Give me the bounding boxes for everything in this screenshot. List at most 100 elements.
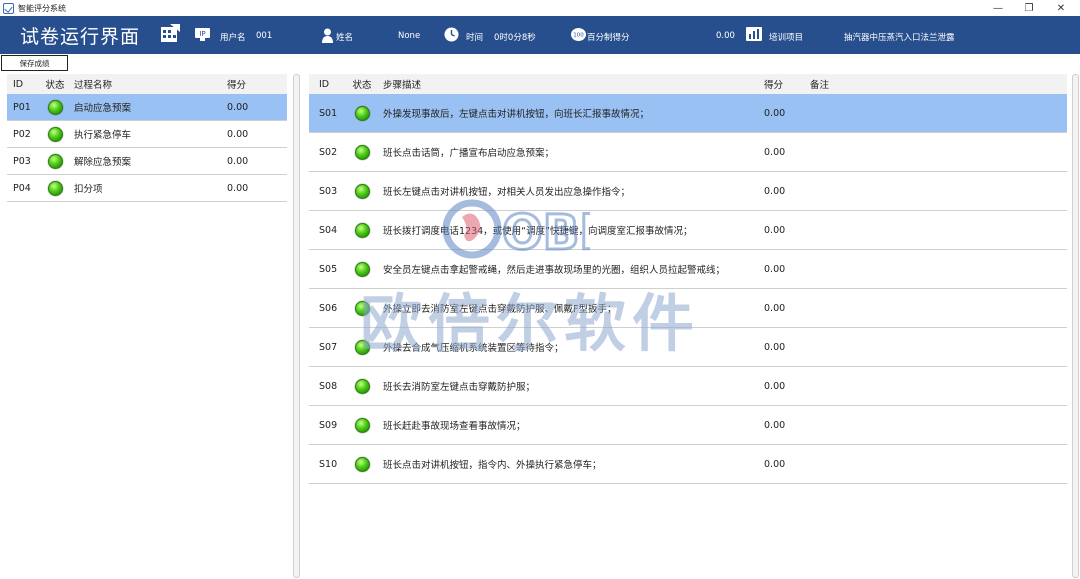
step-desc: 班长拨打调度电话1234，或使用“调度”快捷键，向调度室汇报事故情况； <box>383 226 693 237</box>
process-row[interactable]: P03 解除应急预案 0.00 <box>7 148 287 175</box>
step-row[interactable]: S07 外操去合成气压缩机系统装置区等待指令； 0.00 <box>309 328 1067 367</box>
step-row[interactable]: S02 班长点击话筒，广播宣布启动应急预案； 0.00 <box>309 133 1067 172</box>
step-desc: 班长点击话筒，广播宣布启动应急预案； <box>383 148 555 159</box>
step-table-header: ID 状态 步骤描述 得分 备注 <box>309 74 1067 94</box>
process-id: P04 <box>13 182 31 194</box>
ip-badge-text: IP <box>199 30 205 38</box>
percent-score-label: 百分制得分 <box>587 33 630 43</box>
step-desc: 班长去消防室左键点击穿戴防护服； <box>383 382 536 393</box>
step-table: ID 状态 步骤描述 得分 备注 S01 外操发现事故后，左键点击对讲机按钮，向… <box>309 74 1067 484</box>
step-id: S06 <box>319 302 338 314</box>
status-indicator-icon <box>354 456 370 472</box>
step-score: 0.00 <box>764 419 786 431</box>
status-indicator-icon <box>47 126 63 142</box>
grid-icon <box>161 24 180 42</box>
process-row[interactable]: P01 启动应急预案 0.00 <box>7 94 287 121</box>
step-score: 0.00 <box>764 224 786 236</box>
step-id: S01 <box>319 107 338 119</box>
status-indicator-icon <box>47 180 63 196</box>
time-label: 时间 <box>466 33 484 43</box>
process-id: P01 <box>13 101 31 113</box>
status-indicator-icon <box>354 222 370 238</box>
process-table-header: ID 状态 过程名称 得分 <box>7 74 287 94</box>
process-table: ID 状态 过程名称 得分 P01 启动应急预案 0.00 P02 执行紧急停车… <box>7 74 287 202</box>
step-desc: 班长点击对讲机按钮，指令内、外操执行紧急停车； <box>383 460 602 471</box>
step-row[interactable]: S09 班长赶赴事故现场查看事故情况； 0.00 <box>309 406 1067 445</box>
chart-icon <box>746 27 762 41</box>
step-score: 0.00 <box>764 146 786 158</box>
step-row[interactable]: S01 外操发现事故后，左键点击对讲机按钮，向班长汇报事故情况； 0.00 <box>309 94 1067 133</box>
step-id: S03 <box>319 185 338 197</box>
status-indicator-icon <box>47 99 63 115</box>
process-row[interactable]: P04 扣分项 0.00 <box>7 175 287 202</box>
process-score: 0.00 <box>227 128 249 140</box>
col-status: 状态 <box>45 80 65 91</box>
step-id: S05 <box>319 263 338 275</box>
percent-score-value: 0.00 <box>716 31 735 41</box>
step-score: 0.00 <box>764 302 786 314</box>
step-table-scrollbar[interactable] <box>1072 74 1079 578</box>
process-score: 0.00 <box>227 155 249 167</box>
step-row[interactable]: S06 外操立即去消防室左键点击穿戴防护服、佩戴F型扳手； 0.00 <box>309 289 1067 328</box>
page-title: 试卷运行界面 <box>20 26 141 48</box>
status-indicator-icon <box>354 261 370 277</box>
col-id: ID <box>319 78 330 90</box>
step-id: S04 <box>319 224 338 236</box>
status-indicator-icon <box>354 339 370 355</box>
minimize-button[interactable]: — <box>983 0 1013 16</box>
step-desc: 外操去合成气压缩机系统装置区等待指令； <box>383 343 564 354</box>
restore-button[interactable]: ❐ <box>1014 0 1044 16</box>
score-badge-text: 100 <box>573 33 584 39</box>
step-score: 0.00 <box>764 185 786 197</box>
step-row[interactable]: S05 安全员左键点击拿起警戒绳，然后走进事故现场里的光圈，组织人员拉起警戒线；… <box>309 250 1067 289</box>
time-value: 0时0分8秒 <box>494 33 536 43</box>
step-row[interactable]: S04 班长拨打调度电话1234，或使用“调度”快捷键，向调度室汇报事故情况； … <box>309 211 1067 250</box>
close-button[interactable]: ✕ <box>1046 0 1076 16</box>
clock-icon <box>444 27 459 42</box>
ip-icon: IP <box>195 28 210 41</box>
step-score: 0.00 <box>764 341 786 353</box>
status-indicator-icon <box>354 378 370 394</box>
step-row[interactable]: S03 班长左键点击对讲机按钮，对相关人员发出应急操作指令； 0.00 <box>309 172 1067 211</box>
step-score: 0.00 <box>764 458 786 470</box>
step-id: S09 <box>319 419 338 431</box>
col-status: 状态 <box>352 80 372 91</box>
username-value: 001 <box>256 31 273 41</box>
col-note: 备注 <box>810 80 830 91</box>
app-icon <box>3 2 14 14</box>
step-id: S10 <box>319 458 338 470</box>
step-row[interactable]: S08 班长去消防室左键点击穿戴防护服； 0.00 <box>309 367 1067 406</box>
person-icon <box>322 28 333 43</box>
col-score: 得分 <box>227 80 247 91</box>
step-id: S02 <box>319 146 338 158</box>
status-indicator-icon <box>354 183 370 199</box>
save-score-button[interactable]: 保存成绩 <box>1 55 68 71</box>
step-id: S08 <box>319 380 338 392</box>
score-badge-icon: 100 <box>571 28 586 41</box>
step-desc: 外操立即去消防室左键点击穿戴防护服、佩戴F型扳手； <box>383 304 617 315</box>
col-process-name: 过程名称 <box>74 80 113 91</box>
process-row[interactable]: P02 执行紧急停车 0.00 <box>7 121 287 148</box>
step-desc: 安全员左键点击拿起警戒绳，然后走进事故现场里的光圈，组织人员拉起警戒线； <box>383 265 726 276</box>
username-label: 用户名 <box>220 33 246 43</box>
window-title: 智能评分系统 <box>18 3 66 13</box>
training-label: 培训项目 <box>769 33 804 43</box>
col-step-desc: 步骤描述 <box>383 80 422 91</box>
step-desc: 班长赶赴事故现场查看事故情况； <box>383 421 526 432</box>
process-table-scrollbar[interactable] <box>293 74 300 578</box>
step-row[interactable]: S10 班长点击对讲机按钮，指令内、外操执行紧急停车； 0.00 <box>309 445 1067 484</box>
status-indicator-icon <box>354 417 370 433</box>
process-name: 解除应急预案 <box>74 157 132 168</box>
step-score: 0.00 <box>764 263 786 275</box>
process-name: 扣分项 <box>74 184 103 195</box>
step-id: S07 <box>319 341 338 353</box>
step-desc: 班长左键点击对讲机按钮，对相关人员发出应急操作指令； <box>383 187 631 198</box>
name-label: 姓名 <box>336 33 354 43</box>
window-titlebar: 智能评分系统 — ❐ ✕ <box>0 0 1080 16</box>
status-indicator-icon <box>354 300 370 316</box>
status-indicator-icon <box>354 105 370 121</box>
header-bar: 试卷运行界面 IP 用户名 001 姓名 None 时间 0时0分8秒 100 … <box>0 16 1080 54</box>
process-id: P02 <box>13 128 31 140</box>
process-id: P03 <box>13 155 31 167</box>
step-score: 0.00 <box>764 380 786 392</box>
